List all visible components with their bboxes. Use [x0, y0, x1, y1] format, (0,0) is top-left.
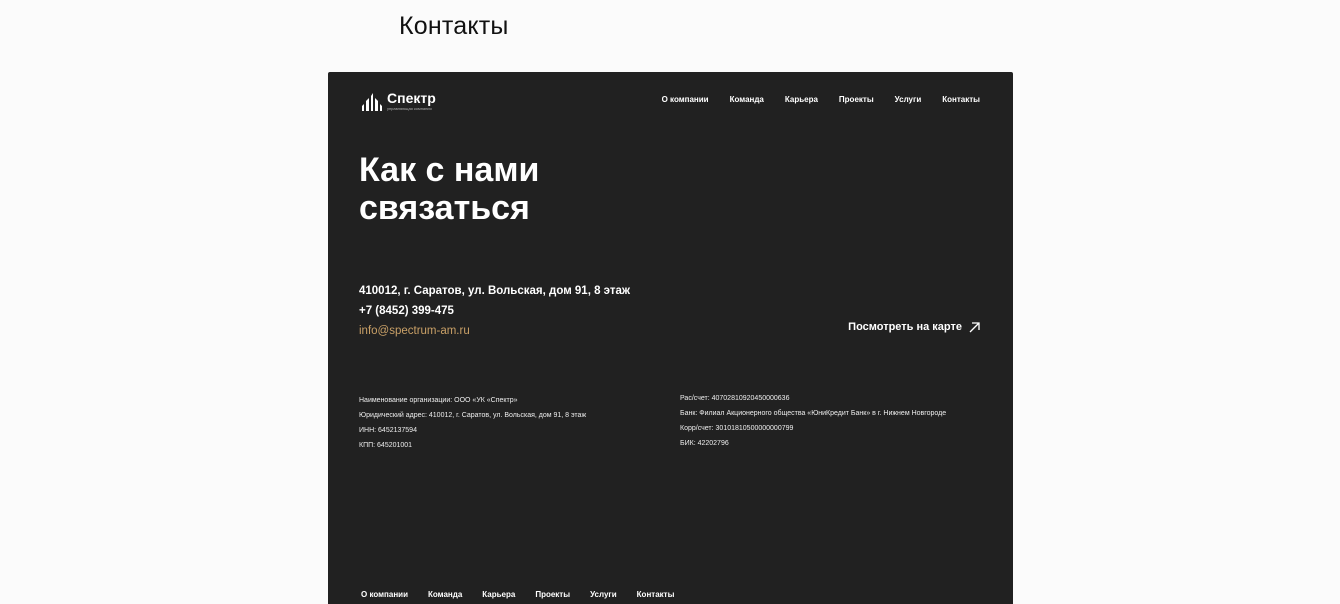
- nav-item-about[interactable]: О компании: [662, 95, 709, 104]
- arrow-up-right-icon: [969, 321, 980, 332]
- logo-icon: [362, 93, 382, 111]
- requisite-bank: Банк: Филиал Акционерного общества «ЮниК…: [680, 410, 947, 417]
- footer-nav-item-about[interactable]: О компании: [361, 590, 408, 599]
- requisites-left: Наименование организации: ООО «УК «Спект…: [359, 393, 586, 453]
- requisite-corr-account: Корр/счет: 30101810500000000799: [680, 425, 794, 432]
- logo[interactable]: Спектр управляющая компания: [361, 91, 436, 111]
- logo-name: Спектр: [387, 90, 436, 106]
- hero-line-2: связаться: [359, 189, 530, 227]
- address-text: 410012, г. Саратов, ул. Вольская, дом 91…: [359, 285, 631, 297]
- hero-heading: Как с нами связаться: [359, 151, 659, 227]
- page-title: Контакты: [399, 12, 509, 40]
- requisite-account: Рас/счет: 40702810920450000636: [680, 395, 790, 402]
- contact-info: 410012, г. Саратов, ул. Вольская, дом 91…: [359, 281, 630, 341]
- requisite-inn: ИНН: 6452137594: [359, 427, 417, 434]
- nav-item-career[interactable]: Карьера: [785, 95, 818, 104]
- contacts-card: Спектр управляющая компания О компании К…: [328, 72, 1013, 604]
- hero-line-1: Как с нами: [359, 151, 540, 189]
- footer-nav-item-contacts[interactable]: Контакты: [637, 590, 675, 599]
- email-link[interactable]: info@spectrum-am.ru: [359, 321, 630, 341]
- nav-item-services[interactable]: Услуги: [895, 95, 922, 104]
- requisite-bik: БИК: 42202796: [680, 440, 729, 447]
- logo-subtitle: управляющая компания: [387, 106, 432, 111]
- footer-nav-item-career[interactable]: Карьера: [482, 590, 515, 599]
- nav-item-projects[interactable]: Проекты: [839, 95, 874, 104]
- footer-nav: О компании Команда Карьера Проекты Услуг…: [361, 590, 674, 599]
- main-nav: О компании Команда Карьера Проекты Услуг…: [662, 95, 980, 104]
- nav-item-contacts[interactable]: Контакты: [942, 95, 980, 104]
- requisite-kpp: КПП: 645201001: [359, 442, 413, 449]
- nav-item-team[interactable]: Команда: [730, 95, 764, 104]
- requisites-right: Рас/счет: 40702810920450000636 Банк: Фил…: [680, 393, 950, 453]
- phone-link[interactable]: +7 (8452) 399-475: [359, 301, 630, 321]
- requisite-org-name: Наименование организации: ООО «УК «Спект…: [359, 397, 518, 404]
- footer-nav-item-projects[interactable]: Проекты: [535, 590, 570, 599]
- requisite-legal-address: Юридический адрес: 410012, г. Саратов, у…: [359, 412, 587, 419]
- footer-nav-item-team[interactable]: Команда: [428, 590, 462, 599]
- footer-nav-item-services[interactable]: Услуги: [590, 590, 617, 599]
- view-map-label: Посмотреть на карте: [848, 321, 962, 333]
- view-map-link[interactable]: Посмотреть на карте: [848, 321, 980, 333]
